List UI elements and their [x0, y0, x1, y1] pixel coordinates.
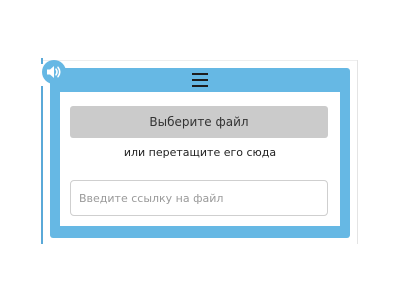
- hamburger-line: [192, 73, 208, 75]
- page: Выберите файл или перетащите его сюда: [0, 0, 400, 300]
- speaker-icon[interactable]: [42, 60, 66, 84]
- upload-panel: Выберите файл или перетащите его сюда: [60, 92, 340, 226]
- hamburger-line: [192, 85, 208, 87]
- speaker-icon-graphic: [47, 66, 61, 78]
- upload-widget: Выберите файл или перетащите его сюда: [50, 68, 350, 238]
- hamburger-icon[interactable]: [192, 72, 208, 88]
- outer-border-top: [41, 60, 358, 61]
- hamburger-line: [192, 79, 208, 81]
- outer-border-left: [41, 86, 43, 244]
- drag-drop-hint: или перетащите его сюда: [123, 146, 277, 159]
- outer-border-right: [357, 60, 358, 244]
- outer-border-left-top: [41, 58, 43, 64]
- file-url-input[interactable]: [70, 180, 328, 216]
- choose-file-button[interactable]: Выберите файл: [70, 106, 328, 138]
